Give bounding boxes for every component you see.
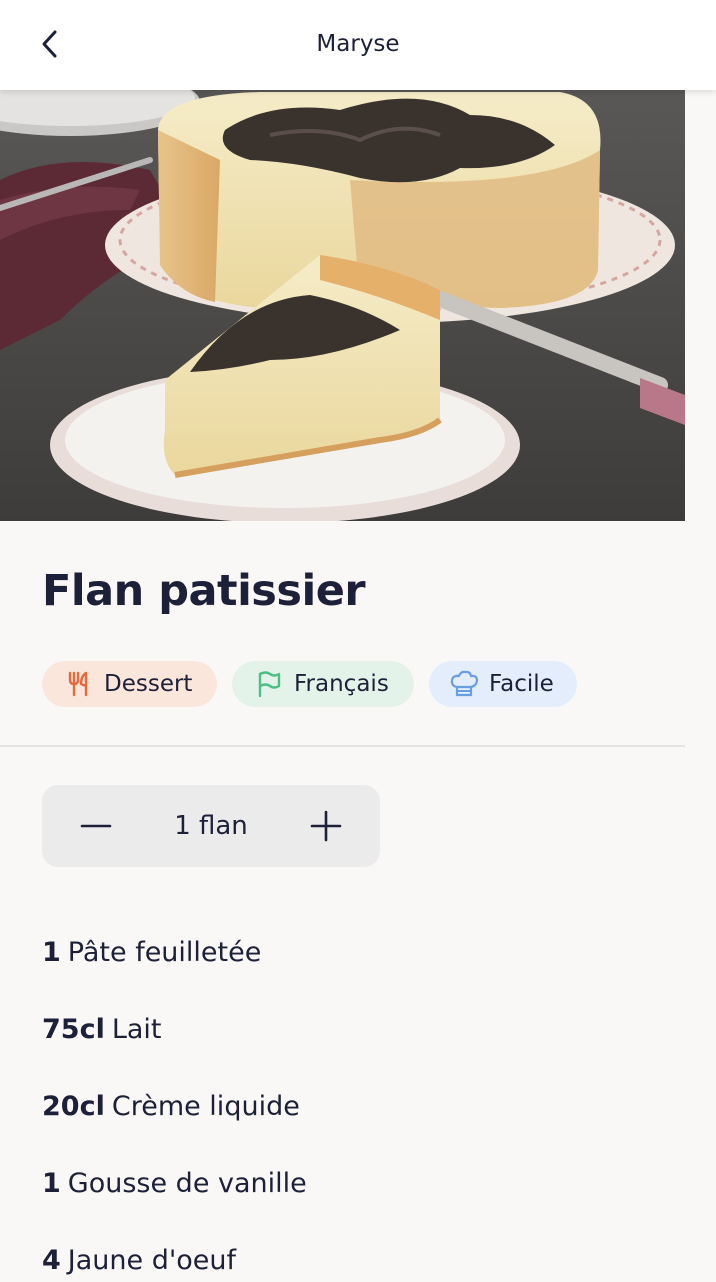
- section-divider: [0, 745, 685, 747]
- ingredient-quantity: 4: [42, 1244, 61, 1276]
- tag-label: Facile: [489, 671, 554, 697]
- ingredient-quantity: 1: [42, 1167, 61, 1199]
- ingredient-name: Pâte feuilletée: [67, 936, 262, 968]
- ingredient-name: Crème liquide: [111, 1090, 300, 1122]
- tag-label: Dessert: [104, 671, 193, 697]
- top-bar: Maryse: [0, 0, 716, 90]
- servings-value: 1 flan: [174, 811, 248, 841]
- decrease-servings-button[interactable]: [76, 806, 116, 846]
- ingredient-item: 20cl Crème liquide: [42, 1084, 300, 1128]
- servings-stepper: 1 flan: [42, 785, 380, 867]
- tag-cuisine[interactable]: Français: [232, 661, 414, 707]
- flag-icon: [254, 669, 284, 699]
- ingredient-quantity: 75cl: [42, 1013, 105, 1045]
- increase-servings-button[interactable]: [306, 806, 346, 846]
- chef-hat-icon: [449, 669, 479, 699]
- tag-label: Français: [294, 671, 389, 697]
- ingredient-quantity: 1: [42, 936, 61, 968]
- plus-icon: [310, 810, 342, 842]
- ingredient-name: Jaune d'oeuf: [67, 1244, 237, 1276]
- ingredient-name: Lait: [111, 1013, 162, 1045]
- ingredient-quantity: 20cl: [42, 1090, 105, 1122]
- header-title: Maryse: [316, 31, 400, 57]
- fork-knife-icon: [64, 669, 94, 699]
- recipe-title: Flan patissier: [42, 566, 366, 616]
- minus-icon: [80, 824, 112, 828]
- ingredient-item: 1 Pâte feuilletée: [42, 930, 261, 974]
- tag-dessert[interactable]: Dessert: [42, 661, 217, 707]
- ingredient-item: 75cl Lait: [42, 1007, 162, 1051]
- ingredient-item: 4 Jaune d'oeuf: [42, 1238, 236, 1282]
- tag-difficulty[interactable]: Facile: [429, 661, 577, 707]
- ingredient-item: 1 Gousse de vanille: [42, 1161, 307, 1205]
- ingredient-name: Gousse de vanille: [67, 1167, 307, 1199]
- recipe-photo: [0, 90, 685, 521]
